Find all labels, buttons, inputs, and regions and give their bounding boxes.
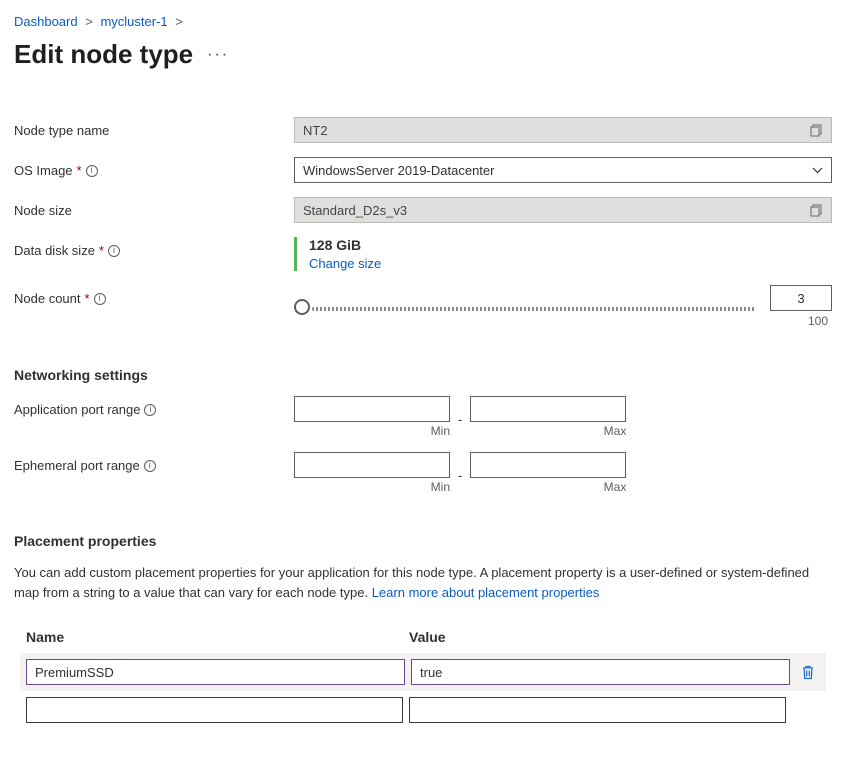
node-size-value: Standard_D2s_v3 — [303, 203, 407, 218]
copy-icon[interactable] — [810, 124, 823, 137]
section-networking: Networking settings — [14, 367, 832, 383]
node-count-input[interactable] — [770, 285, 832, 311]
info-icon[interactable]: i — [108, 245, 120, 257]
change-size-link[interactable]: Change size — [309, 256, 381, 271]
info-icon[interactable]: i — [86, 165, 98, 177]
port-separator: - — [458, 408, 462, 427]
placement-table: Name Value — [14, 623, 832, 729]
placement-value-input[interactable] — [411, 659, 790, 685]
col-header-value: Value — [409, 629, 786, 645]
info-icon[interactable]: i — [144, 404, 156, 416]
chevron-down-icon — [812, 167, 823, 174]
breadcrumb-sep: > — [85, 14, 93, 29]
node-count-max: 100 — [808, 314, 832, 328]
data-disk-size-value: 128 GiB — [309, 237, 381, 253]
eph-port-min-input[interactable] — [294, 452, 450, 478]
col-header-name: Name — [26, 629, 403, 645]
label-app-port-range: Application port range i — [14, 396, 294, 417]
breadcrumb-sep: > — [175, 14, 183, 29]
required-marker: * — [77, 163, 82, 178]
breadcrumb-link-cluster[interactable]: mycluster-1 — [100, 14, 167, 29]
app-port-max-input[interactable] — [470, 396, 626, 422]
more-actions-button[interactable]: ··· — [207, 46, 229, 64]
label-node-type-name: Node type name — [14, 117, 294, 138]
os-image-dropdown[interactable]: WindowsServer 2019-Datacenter — [294, 157, 832, 183]
placement-learn-more-link[interactable]: Learn more about placement properties — [372, 585, 600, 600]
eph-port-max-input[interactable] — [470, 452, 626, 478]
info-icon[interactable]: i — [94, 293, 106, 305]
copy-icon[interactable] — [810, 204, 823, 217]
slider-track — [312, 307, 756, 311]
trash-icon — [801, 665, 815, 680]
page-title: Edit node type — [14, 39, 193, 70]
port-label-max: Max — [470, 424, 626, 438]
table-row — [20, 653, 826, 691]
info-icon[interactable]: i — [144, 460, 156, 472]
port-label-min: Min — [294, 480, 450, 494]
delete-row-button[interactable] — [796, 660, 820, 684]
label-data-disk-size: Data disk size * i — [14, 237, 294, 258]
port-separator: - — [458, 464, 462, 483]
label-node-count: Node count * i — [14, 285, 294, 306]
placement-description: You can add custom placement properties … — [14, 563, 832, 603]
node-count-slider[interactable] — [294, 298, 756, 316]
required-marker: * — [99, 243, 104, 258]
os-image-value: WindowsServer 2019-Datacenter — [303, 163, 494, 178]
label-node-size: Node size — [14, 197, 294, 218]
port-label-min: Min — [294, 424, 450, 438]
table-row — [20, 691, 826, 729]
section-placement: Placement properties — [14, 533, 832, 549]
port-label-max: Max — [470, 480, 626, 494]
node-type-name-field: NT2 — [294, 117, 832, 143]
placement-name-input[interactable] — [26, 659, 405, 685]
placement-value-input[interactable] — [409, 697, 786, 723]
label-eph-port-range: Ephemeral port range i — [14, 452, 294, 473]
node-type-name-value: NT2 — [303, 123, 328, 138]
label-os-image: OS Image * i — [14, 157, 294, 178]
placement-name-input[interactable] — [26, 697, 403, 723]
breadcrumb-link-dashboard[interactable]: Dashboard — [14, 14, 78, 29]
app-port-min-input[interactable] — [294, 396, 450, 422]
breadcrumb: Dashboard > mycluster-1 > — [14, 14, 832, 29]
slider-thumb[interactable] — [294, 299, 310, 315]
required-marker: * — [85, 291, 90, 306]
node-size-field: Standard_D2s_v3 — [294, 197, 832, 223]
